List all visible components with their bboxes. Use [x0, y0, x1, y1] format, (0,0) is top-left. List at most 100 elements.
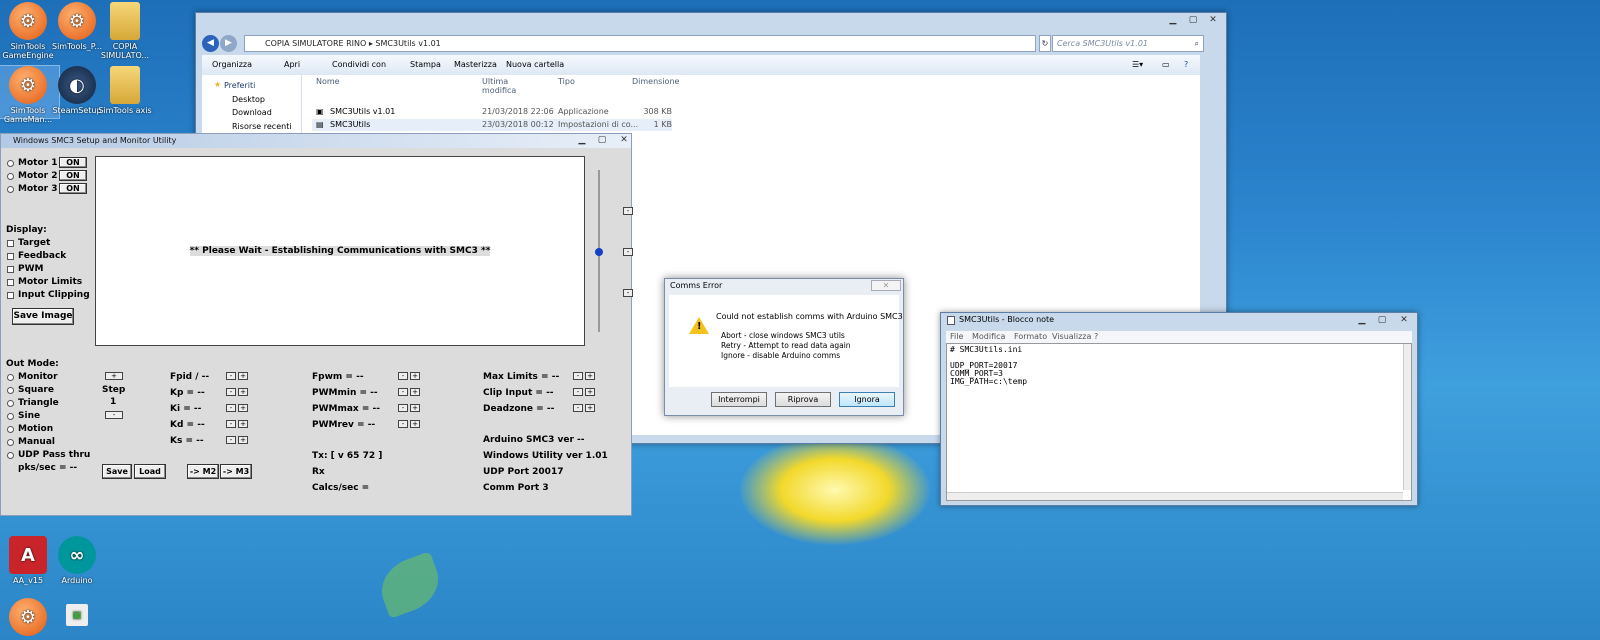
- mode-udp-radio[interactable]: [7, 452, 14, 459]
- menu-formato[interactable]: Formato: [1014, 332, 1047, 341]
- preview-pane-icon[interactable]: ▭: [1162, 60, 1170, 69]
- desktop-icon-arduino[interactable]: ∞ Arduino: [46, 536, 108, 585]
- ignore-button[interactable]: Ignora: [839, 392, 895, 407]
- minimize-button[interactable]: ▁: [1351, 314, 1373, 327]
- motor2-radio[interactable]: [7, 173, 14, 180]
- abort-button[interactable]: Interrompi: [711, 392, 767, 407]
- motor3-radio[interactable]: [7, 186, 14, 193]
- pwmmin-plus-button[interactable]: +: [410, 388, 420, 396]
- close-button[interactable]: ✕: [1202, 14, 1224, 27]
- fpid-minus-button[interactable]: -: [226, 372, 236, 380]
- fpid-plus-button[interactable]: +: [238, 372, 248, 380]
- breadcrumb-item[interactable]: COPIA SIMULATORE RINO: [265, 39, 366, 48]
- col-size[interactable]: Dimensione: [632, 77, 679, 86]
- input-clipping-checkbox[interactable]: [7, 292, 14, 299]
- notepad-window[interactable]: SMC3Utils - Blocco note ▁ ▢ ✕ File Modif…: [940, 312, 1418, 506]
- desktop-icon-partial-2[interactable]: ▣: [46, 604, 108, 628]
- vertical-slider-handle[interactable]: [595, 248, 603, 256]
- scale-minus-button-3[interactable]: -: [623, 289, 633, 297]
- breadcrumb-item[interactable]: SMC3Utils v1.01: [375, 39, 440, 48]
- toolbar-organizza[interactable]: Organizza: [212, 60, 252, 69]
- pwm-checkbox[interactable]: [7, 266, 14, 273]
- mode-manual-radio[interactable]: [7, 439, 14, 446]
- ki-plus-button[interactable]: +: [238, 404, 248, 412]
- view-options-icon[interactable]: ☰▾: [1132, 60, 1143, 69]
- nav-recent[interactable]: Risorse recenti: [232, 122, 292, 131]
- menu-visualizza[interactable]: Visualizza: [1052, 332, 1091, 341]
- target-checkbox[interactable]: [7, 240, 14, 247]
- motor-limits-checkbox[interactable]: [7, 279, 14, 286]
- scale-minus-button-2[interactable]: -: [623, 248, 633, 256]
- notepad-text-area[interactable]: # SMC3Utils.ini UDP_PORT=20017 COMM_PORT…: [946, 343, 1412, 501]
- menu-help[interactable]: ?: [1094, 332, 1098, 341]
- pwmmin-minus-button[interactable]: -: [398, 388, 408, 396]
- close-button[interactable]: ✕: [871, 280, 901, 291]
- refresh-icon[interactable]: ↻: [1039, 35, 1051, 52]
- fpwm-plus-button[interactable]: +: [410, 372, 420, 380]
- vertical-scrollbar[interactable]: [1403, 344, 1411, 490]
- file-row[interactable]: ▣ SMC3Utils v1.01 21/03/2018 22:06 Appli…: [312, 106, 672, 118]
- maximize-button[interactable]: ▢: [1182, 14, 1204, 27]
- ks-minus-button[interactable]: -: [226, 436, 236, 444]
- ks-plus-button[interactable]: +: [238, 436, 248, 444]
- nav-desktop[interactable]: Desktop: [232, 95, 265, 104]
- motor2-on-button[interactable]: ON: [59, 170, 87, 181]
- save-image-button[interactable]: Save Image: [12, 308, 74, 325]
- toolbar-apri[interactable]: Apri: [284, 60, 300, 69]
- kd-minus-button[interactable]: -: [226, 420, 236, 428]
- minimize-button[interactable]: ▁: [1162, 14, 1184, 27]
- desktop-icon-simtools-axis[interactable]: SimTools axis: [94, 66, 156, 115]
- maximize-button[interactable]: ▢: [591, 134, 613, 147]
- step-plus-button[interactable]: +: [105, 372, 123, 380]
- motor1-on-button[interactable]: ON: [59, 157, 87, 168]
- scale-minus-button-1[interactable]: -: [623, 207, 633, 215]
- back-button[interactable]: ◀: [202, 35, 219, 52]
- minimize-button[interactable]: ▁: [571, 134, 593, 147]
- mode-sine-radio[interactable]: [7, 413, 14, 420]
- kp-plus-button[interactable]: +: [238, 388, 248, 396]
- comms-error-dialog[interactable]: Comms Error ✕ ! Could not establish comm…: [664, 278, 904, 416]
- pwmmax-plus-button[interactable]: +: [410, 404, 420, 412]
- search-input[interactable]: Cerca SMC3Utils v1.01 ⌕: [1052, 35, 1204, 52]
- col-type[interactable]: Tipo: [558, 77, 575, 86]
- feedback-checkbox[interactable]: [7, 253, 14, 260]
- toolbar-nuova-cartella[interactable]: Nuova cartella: [506, 60, 564, 69]
- copy-to-m2-button[interactable]: -> M2: [187, 464, 219, 479]
- pwmmax-minus-button[interactable]: -: [398, 404, 408, 412]
- fpwm-minus-button[interactable]: -: [398, 372, 408, 380]
- menu-modifica[interactable]: Modifica: [972, 332, 1005, 341]
- pwmrev-plus-button[interactable]: +: [410, 420, 420, 428]
- maximize-button[interactable]: ▢: [1371, 314, 1393, 327]
- deadzone-minus-button[interactable]: -: [573, 404, 583, 412]
- col-modified[interactable]: Ultima modifica: [482, 77, 516, 95]
- mode-monitor-radio[interactable]: [7, 374, 14, 381]
- clip-plus-button[interactable]: +: [585, 388, 595, 396]
- maxlimits-minus-button[interactable]: -: [573, 372, 583, 380]
- desktop-icon-copia-simulatore[interactable]: COPIA SIMULATO...: [94, 2, 156, 60]
- retry-button[interactable]: Riprova: [775, 392, 831, 407]
- toolbar-condividi[interactable]: Condividi con: [332, 60, 386, 69]
- motor3-on-button[interactable]: ON: [59, 183, 87, 194]
- maxlimits-plus-button[interactable]: +: [585, 372, 595, 380]
- toolbar-stampa[interactable]: Stampa: [410, 60, 441, 69]
- mode-triangle-radio[interactable]: [7, 400, 14, 407]
- kp-minus-button[interactable]: -: [226, 388, 236, 396]
- step-minus-button[interactable]: -: [105, 411, 123, 419]
- file-row[interactable]: ▤ SMC3Utils 23/03/2018 00:12 Impostazion…: [312, 119, 672, 131]
- toolbar-masterizza[interactable]: Masterizza: [454, 60, 497, 69]
- clip-minus-button[interactable]: -: [573, 388, 583, 396]
- help-icon[interactable]: ?: [1184, 60, 1188, 69]
- copy-to-m3-button[interactable]: -> M3: [220, 464, 252, 479]
- kd-plus-button[interactable]: +: [238, 420, 248, 428]
- col-name[interactable]: Nome: [316, 77, 340, 86]
- ki-minus-button[interactable]: -: [226, 404, 236, 412]
- nav-download[interactable]: Download: [232, 108, 272, 117]
- load-button[interactable]: Load: [134, 464, 166, 479]
- deadzone-plus-button[interactable]: +: [585, 404, 595, 412]
- close-button[interactable]: ✕: [1393, 314, 1415, 327]
- mode-motion-radio[interactable]: [7, 426, 14, 433]
- mode-square-radio[interactable]: [7, 387, 14, 394]
- close-button[interactable]: ✕: [613, 134, 635, 147]
- motor1-radio[interactable]: [7, 160, 14, 167]
- menu-file[interactable]: File: [950, 332, 963, 341]
